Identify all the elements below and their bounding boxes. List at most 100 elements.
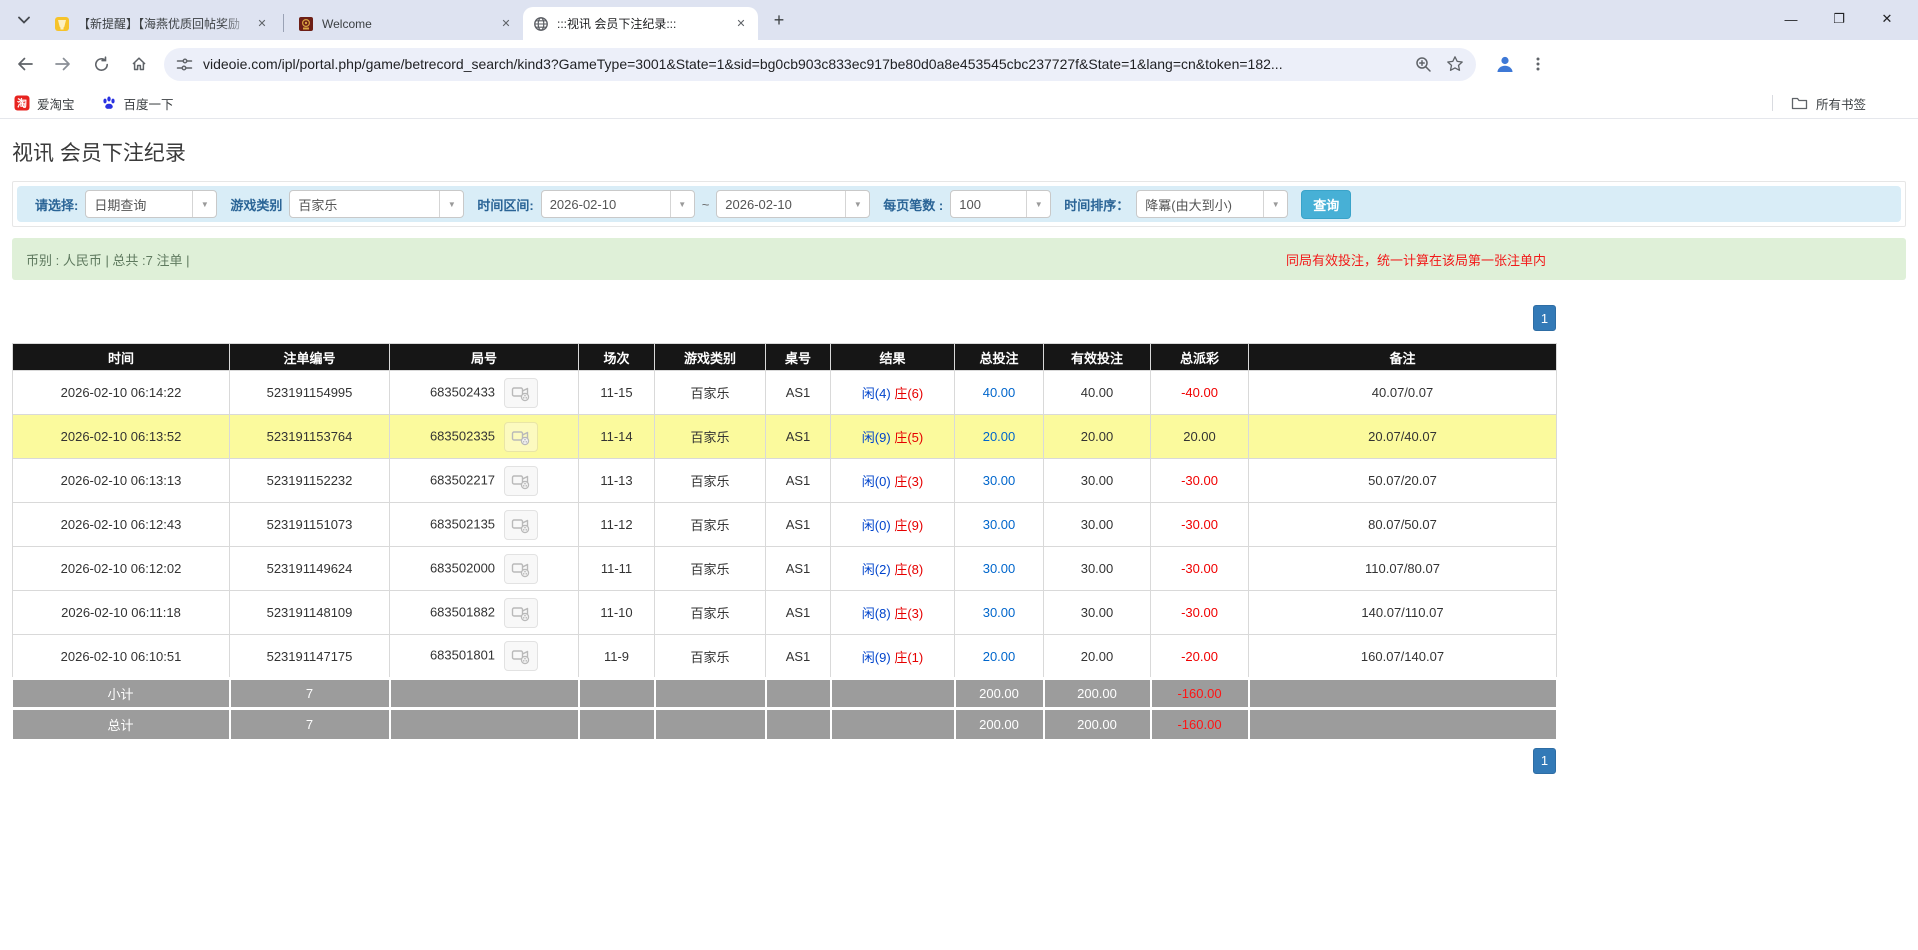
video-replay-button[interactable] — [504, 641, 538, 671]
tab-bet-records-active[interactable]: :::视讯 会员下注纪录::: ✕ — [523, 7, 758, 40]
new-tab-button[interactable]: + — [766, 7, 792, 33]
chevron-down-icon — [18, 16, 30, 24]
total-bet-link[interactable]: 20.00 — [983, 429, 1016, 444]
profile-avatar-icon[interactable] — [1494, 53, 1516, 75]
result-player: 闲(0) — [862, 518, 891, 533]
url-bar-actions — [1415, 55, 1464, 73]
round-id-text: 683501882 — [430, 604, 495, 619]
video-camera-icon — [511, 472, 531, 490]
cell-result: 闲(9) 庄(5) — [831, 415, 955, 459]
game-type-label: 游戏类别 — [230, 195, 282, 214]
bookmark-label: 百度一下 — [124, 94, 174, 113]
video-camera-icon — [511, 384, 531, 402]
video-replay-button[interactable] — [504, 554, 538, 584]
tab-close-icon[interactable]: ✕ — [253, 15, 271, 33]
page-number-button[interactable]: 1 — [1533, 748, 1556, 774]
column-header: 注单编号 — [230, 344, 390, 371]
cell-remark: 160.07/140.07 — [1249, 635, 1557, 679]
total-bet-link[interactable]: 30.00 — [983, 517, 1016, 532]
window-close-button[interactable]: ✕ — [1870, 6, 1904, 32]
round-id-text: 683502217 — [430, 472, 495, 487]
back-button[interactable] — [10, 49, 40, 79]
page-number-button[interactable]: 1 — [1533, 305, 1556, 331]
total-bet-link[interactable]: 40.00 — [983, 385, 1016, 400]
tab-title: Welcome — [322, 17, 497, 31]
toolbar-right-actions — [1494, 53, 1546, 75]
result-player: 闲(4) — [862, 386, 891, 401]
url-bar[interactable]: videoie.com/ipl/portal.php/game/betrecor… — [164, 48, 1476, 81]
total-bet-link[interactable]: 20.00 — [983, 649, 1016, 664]
bookmark-label: 爱淘宝 — [37, 94, 75, 113]
cell-total-bet: 20.00 — [955, 415, 1044, 459]
tab-forum[interactable]: 【新提醒】【海燕优质回帖奖励 ✕ — [44, 7, 279, 40]
result-player: 闲(8) — [862, 606, 891, 621]
column-header: 时间 — [13, 344, 230, 371]
sort-order-value: 降冪(由大到小) — [1137, 195, 1263, 214]
search-button[interactable]: 查询 — [1301, 190, 1351, 219]
totals-count: 7 — [230, 679, 390, 709]
cell-table-number: AS1 — [766, 459, 831, 503]
cell-round-id: 683501882 — [390, 591, 579, 635]
cell-remark: 40.07/0.07 — [1249, 371, 1557, 415]
tab-separator — [283, 14, 284, 32]
sort-order-select[interactable]: 降冪(由大到小) ▼ — [1136, 190, 1288, 218]
cell-valid-bet: 30.00 — [1044, 591, 1151, 635]
bookmark-aitaobao[interactable]: 淘 爱淘宝 — [14, 94, 75, 113]
cell-game-type: 百家乐 — [655, 635, 766, 679]
video-camera-icon — [511, 516, 531, 534]
page-size-select[interactable]: 100 ▼ — [950, 190, 1051, 218]
cell-total-bet: 30.00 — [955, 547, 1044, 591]
window-controls: — ❐ ✕ — [1774, 6, 1904, 32]
cell-table-number: AS1 — [766, 635, 831, 679]
date-from-select[interactable]: 2026-02-10 ▼ — [541, 190, 695, 218]
page-title: 视讯 会员下注纪录 — [12, 137, 1906, 167]
zoom-icon[interactable] — [1415, 56, 1432, 73]
forward-arrow-icon — [54, 55, 72, 73]
total-bet-link[interactable]: 30.00 — [983, 561, 1016, 576]
forum-favicon-icon — [54, 16, 70, 32]
time-range-label: 时间区间: — [477, 195, 533, 214]
query-type-select[interactable]: 日期查询 ▼ — [85, 190, 217, 218]
totals-label: 小计 — [13, 679, 230, 709]
bookmarks-divider — [1772, 95, 1773, 111]
all-bookmarks[interactable]: 所有书签 — [1772, 94, 1904, 113]
total-bet-link[interactable]: 30.00 — [983, 605, 1016, 620]
result-player: 闲(2) — [862, 562, 891, 577]
caret-down-icon: ▼ — [670, 191, 694, 217]
game-type-select[interactable]: 百家乐 ▼ — [289, 190, 464, 218]
menu-kebab-icon[interactable] — [1530, 56, 1546, 72]
forward-button[interactable] — [48, 49, 78, 79]
tab-welcome[interactable]: Welcome ✕ — [288, 7, 523, 40]
range-separator: ~ — [702, 197, 710, 212]
video-replay-button[interactable] — [504, 466, 538, 496]
date-to-select[interactable]: 2026-02-10 ▼ — [716, 190, 870, 218]
cell-table-number: AS1 — [766, 415, 831, 459]
cell-session: 11-11 — [579, 547, 655, 591]
total-bet-link[interactable]: 30.00 — [983, 473, 1016, 488]
cell-total-bet: 30.00 — [955, 591, 1044, 635]
video-replay-button[interactable] — [504, 422, 538, 452]
cell-payout: -30.00 — [1151, 547, 1249, 591]
cell-session: 11-14 — [579, 415, 655, 459]
tab-close-icon[interactable]: ✕ — [497, 15, 515, 33]
result-banker: 庄(3) — [894, 474, 923, 489]
filter-panel: 请选择: 日期查询 ▼ 游戏类别 百家乐 ▼ 时间区间: 2026-02-10 … — [12, 181, 1906, 227]
site-settings-icon[interactable] — [176, 56, 193, 73]
window-maximize-button[interactable]: ❐ — [1822, 6, 1856, 32]
tab-close-icon[interactable]: ✕ — [732, 15, 750, 33]
cell-remark: 110.07/80.07 — [1249, 547, 1557, 591]
totals-valid-bet: 200.00 — [1044, 709, 1151, 739]
video-replay-button[interactable] — [504, 378, 538, 408]
round-id-text: 683502000 — [430, 560, 495, 575]
cell-time: 2026-02-10 06:13:13 — [13, 459, 230, 503]
reload-button[interactable] — [86, 49, 116, 79]
video-replay-button[interactable] — [504, 510, 538, 540]
video-replay-button[interactable] — [504, 598, 538, 628]
url-text[interactable]: videoie.com/ipl/portal.php/game/betrecor… — [203, 56, 1405, 72]
home-button[interactable] — [124, 49, 154, 79]
column-header: 游戏类别 — [655, 344, 766, 371]
bookmark-baidu[interactable]: 百度一下 — [101, 94, 174, 113]
bookmark-star-icon[interactable] — [1446, 55, 1464, 73]
tab-search-button[interactable] — [10, 6, 38, 34]
window-minimize-button[interactable]: — — [1774, 6, 1808, 32]
